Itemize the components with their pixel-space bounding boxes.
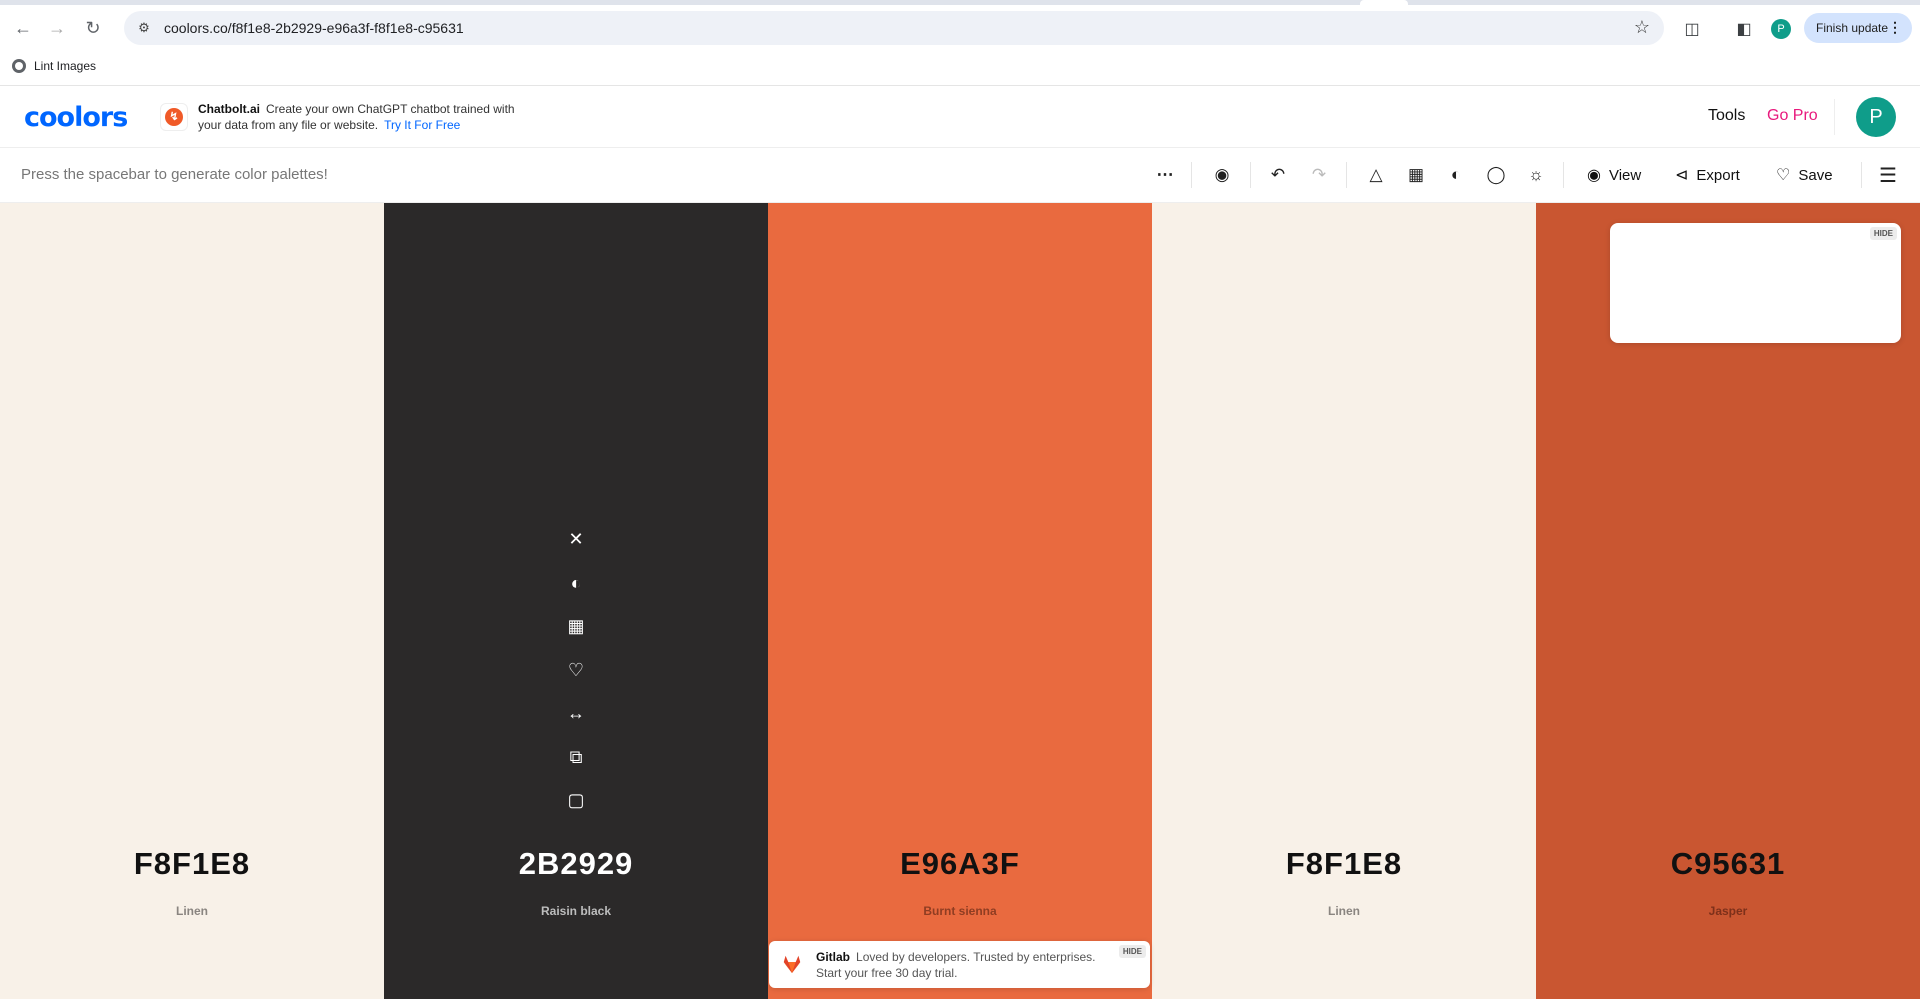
undo-icon[interactable]: ↶	[1266, 163, 1290, 187]
heart-icon: ♡	[1776, 167, 1791, 184]
gitlab-ad-text: Gitlab Loved by developers. Trusted by en…	[816, 949, 1106, 981]
color-column[interactable]: E96A3F Burnt sienna	[768, 203, 1152, 999]
browser-profile-avatar[interactable]: P	[1771, 19, 1791, 39]
site-header: coolors ↯ Chatbolt.ai Create your own Cha…	[0, 87, 1920, 148]
ad-cta-link[interactable]: Try It For Free	[384, 118, 460, 132]
browser-toolbar: ← → ↻ ⚙ coolors.co/f8f1e8-2b2929-e96a3f-…	[0, 9, 1920, 47]
tab-strip	[0, 0, 1920, 5]
toolbar-divider	[1861, 162, 1862, 188]
gitlab-ad[interactable]: Gitlab Loved by developers. Trusted by en…	[769, 941, 1150, 988]
grid-icon[interactable]: ▦	[1404, 163, 1428, 187]
more-vert-icon: ⋮	[1888, 19, 1902, 35]
toolbar-divider	[1250, 162, 1251, 188]
shades-icon[interactable]: ◐	[556, 562, 596, 606]
eye-icon: ◉	[1587, 167, 1601, 184]
color-column[interactable]: ✕ ◐ ▦ ♡ ↔ ⧉ ▢ 2B2929 Raisin black	[384, 203, 768, 999]
export-label: Export	[1696, 166, 1740, 184]
color-hex[interactable]: 2B2929	[384, 846, 768, 882]
share-icon: ⊲	[1675, 167, 1689, 184]
hamburger-menu-icon[interactable]: ☰	[1876, 163, 1900, 187]
browser-chrome: ← → ↻ ⚙ coolors.co/f8f1e8-2b2929-e96a3f-…	[0, 0, 1920, 86]
camera-icon[interactable]: ◉	[1210, 163, 1234, 187]
extensions-icon[interactable]: ◫	[1682, 19, 1702, 39]
chatbolt-ad-icon[interactable]: ↯	[160, 103, 188, 131]
adjust-shapes-icon[interactable]: △	[1364, 163, 1388, 187]
generator-toolbar: Press the spacebar to generate color pal…	[0, 148, 1920, 203]
url-text[interactable]: coolors.co/f8f1e8-2b2929-e96a3f-f8f1e8-c…	[164, 20, 464, 36]
gitlab-logo-icon	[783, 955, 801, 974]
redo-icon[interactable]: ↷	[1307, 163, 1331, 187]
view-shades-grid-icon[interactable]: ▦	[556, 605, 596, 649]
finish-update-button[interactable]: Finish update ⋮	[1804, 13, 1912, 43]
bookmark-star-icon[interactable]: ☆	[1634, 17, 1650, 38]
color-name: Linen	[1328, 904, 1360, 918]
color-hex[interactable]: F8F1E8	[1152, 846, 1536, 882]
header-divider	[1834, 99, 1835, 135]
drag-icon[interactable]: ↔	[556, 692, 596, 736]
side-panel-icon[interactable]: ◧	[1734, 19, 1754, 39]
gitlab-brand: Gitlab	[816, 950, 851, 964]
save-label: Save	[1798, 166, 1833, 184]
view-label: View	[1608, 166, 1642, 184]
color-name: Burnt sienna	[923, 904, 997, 918]
forward-icon[interactable]: →	[42, 9, 72, 47]
contrast-icon[interactable]: ◐	[1444, 163, 1468, 187]
site-info-icon[interactable]: ⚙	[124, 20, 164, 36]
color-name: Jasper	[1708, 904, 1748, 918]
go-pro-link[interactable]: Go Pro	[1767, 107, 1818, 125]
gitlab-copy: Loved by developers. Trusted by enterpri…	[816, 950, 1096, 980]
export-button[interactable]: ⊲ Export	[1675, 163, 1740, 187]
back-icon[interactable]: ←	[8, 9, 38, 47]
toolbar-divider	[1563, 162, 1564, 188]
toolbar-divider	[1346, 162, 1347, 188]
save-button[interactable]: ♡ Save	[1776, 163, 1833, 187]
coolors-logo[interactable]: coolors	[24, 102, 128, 133]
color-column[interactable]: F8F1E8 Linen	[1152, 203, 1536, 999]
user-avatar[interactable]: P	[1856, 97, 1896, 137]
color-blindness-glasses-icon[interactable]: ◯	[1484, 163, 1508, 187]
column-tools: ✕ ◐ ▦ ♡ ↔ ⧉ ▢	[556, 518, 596, 823]
hide-ad-button[interactable]: HIDE	[1869, 227, 1897, 240]
ad-card[interactable]: HIDE	[1610, 223, 1901, 343]
remove-color-icon[interactable]: ✕	[556, 518, 596, 562]
toolbar-divider	[1191, 162, 1192, 188]
color-hex[interactable]: F8F1E8	[0, 846, 384, 882]
view-button[interactable]: ◉ View	[1587, 163, 1641, 187]
spacebar-hint: Press the spacebar to generate color pal…	[21, 166, 328, 183]
globe-icon	[12, 59, 26, 73]
chatbolt-ad[interactable]: Chatbolt.ai Create your own ChatGPT chatb…	[198, 101, 538, 133]
address-bar[interactable]: ⚙ coolors.co/f8f1e8-2b2929-e96a3f-f8f1e8…	[124, 11, 1664, 45]
lock-open-icon[interactable]: ▢	[556, 779, 596, 823]
color-hex[interactable]: E96A3F	[768, 846, 1152, 882]
bookmarks-bar: Lint Images	[0, 54, 1920, 78]
more-options-icon[interactable]: ⋯	[1153, 163, 1177, 187]
color-hex[interactable]: C95631	[1536, 846, 1920, 882]
hide-ad-button[interactable]: HIDE	[1118, 945, 1146, 958]
favorite-heart-icon[interactable]: ♡	[556, 649, 596, 693]
finish-update-label: Finish update	[1816, 21, 1889, 35]
tools-menu[interactable]: Tools	[1708, 107, 1745, 125]
color-name: Linen	[176, 904, 208, 918]
ad-brand: Chatbolt.ai	[198, 102, 260, 116]
reload-icon[interactable]: ↻	[78, 9, 108, 47]
chatbolt-logo-icon: ↯	[165, 108, 183, 126]
color-column[interactable]: F8F1E8 Linen	[0, 203, 384, 999]
active-tab[interactable]	[1360, 0, 1408, 5]
bookmark-lint-images[interactable]: Lint Images	[34, 59, 96, 73]
brightness-icon[interactable]: ☼	[1524, 163, 1548, 187]
copy-hex-icon[interactable]: ⧉	[556, 736, 596, 780]
color-name: Raisin black	[540, 904, 612, 918]
